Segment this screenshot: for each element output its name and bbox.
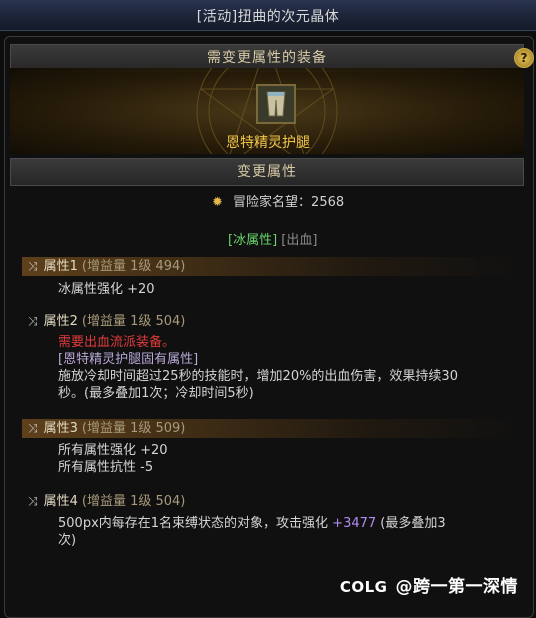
item-name: 恩特精灵护腿 xyxy=(226,135,310,151)
title-bar: [活动]扭曲的次元晶体 xyxy=(0,0,536,31)
attribute-2-line: 秒。(最多叠加1次；冷却时间5秒) xyxy=(58,386,254,401)
attribute-2-line: [恩特精灵护腿固有属性] xyxy=(58,352,199,367)
colg-logo: COLG xyxy=(339,578,388,596)
shuffle-icon: ⤨ xyxy=(28,421,38,435)
element-tabs: [冰属性] [出血] xyxy=(228,232,317,249)
attribute-2-warning: 需要出血流派装备。 xyxy=(58,335,176,350)
attribute-4-header: ⤨ 属性4 (增益量 1级 504) xyxy=(28,494,186,509)
attribute-3-line: 所有属性强化 +20 xyxy=(58,443,168,458)
equipment-slot[interactable] xyxy=(256,84,296,124)
attribute-4-line: 500px内每存在1名束缚状态的对象，攻击强化 +3477 (最多叠加3 xyxy=(58,516,446,531)
attribute-4-line: 次) xyxy=(58,533,77,548)
fame-icon: ✹ xyxy=(212,195,223,210)
fame-row: ✹ 冒险家名望：2568 xyxy=(212,194,344,211)
tab-ice[interactable]: [冰属性] xyxy=(228,233,277,248)
attribute-3-line: 所有属性抗性 -5 xyxy=(58,460,154,475)
fame-label: 冒险家名望：2568 xyxy=(233,195,345,210)
shuffle-icon: ⤨ xyxy=(28,259,38,273)
tab-bleed[interactable]: [出血] xyxy=(281,233,317,248)
attribute-1-header: ⤨ 属性1 (增益量 1级 494) xyxy=(28,259,186,274)
change-section-header: 变更属性 xyxy=(10,158,524,186)
help-button[interactable]: ? xyxy=(514,48,534,68)
attribute-1-line: 冰属性强化 +20 xyxy=(58,282,155,297)
window-title: [活动]扭曲的次元晶体 xyxy=(196,9,340,25)
shuffle-icon: ⤨ xyxy=(28,314,38,328)
watermark-text: @跨一第一深情 xyxy=(395,577,518,597)
attribute-2-header: ⤨ 属性2 (增益量 1级 504) xyxy=(28,314,186,329)
leg-armor-icon xyxy=(258,86,294,122)
watermark: COLG @跨一第一深情 xyxy=(340,572,518,597)
attribute-3-header: ⤨ 属性3 (增益量 1级 509) xyxy=(28,421,186,436)
shuffle-icon: ⤨ xyxy=(28,494,38,508)
attribute-2-line: 施放冷却时间超过25秒的技能时，增加20%的出血伤害，效果持续30 xyxy=(58,369,458,384)
